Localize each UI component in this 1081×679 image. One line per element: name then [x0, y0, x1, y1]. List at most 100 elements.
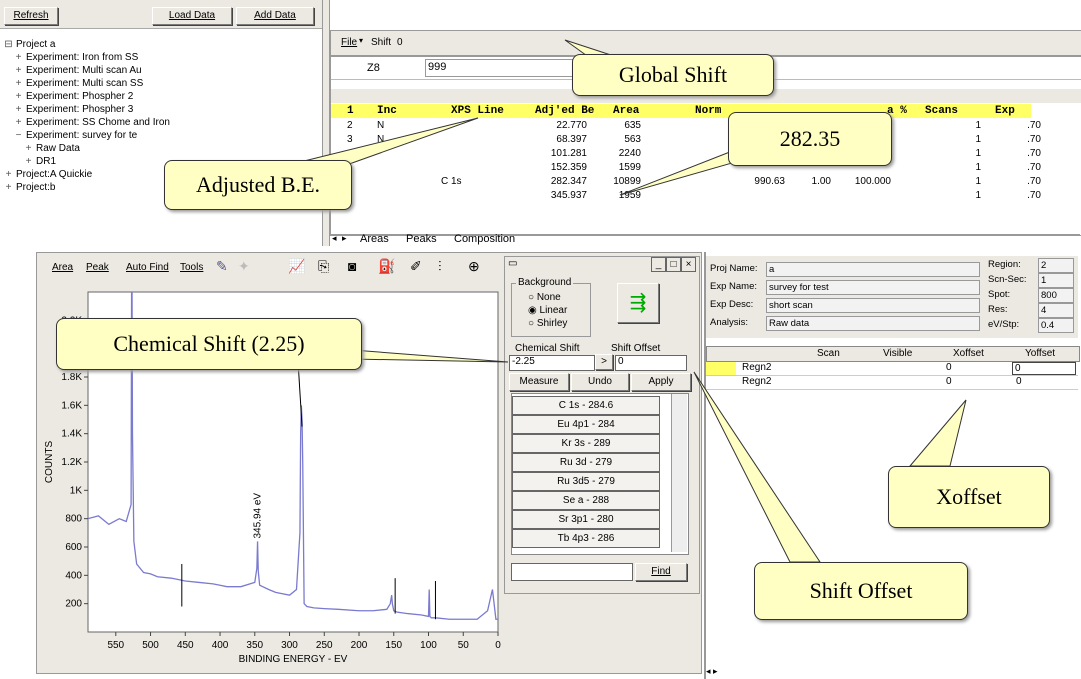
- cell-scans[interactable]: 1: [931, 161, 981, 175]
- table-row[interactable]: 2 N 22.770 635 1 .70: [331, 119, 1081, 133]
- header-adjusted-be[interactable]: Adj'ed Be: [535, 104, 594, 118]
- close-icon[interactable]: ×: [681, 257, 696, 272]
- expand-icon[interactable]: +: [4, 181, 13, 194]
- refresh-button[interactable]: Refresh: [4, 7, 58, 25]
- tab-composition[interactable]: Composition: [454, 233, 515, 245]
- table-row[interactable]: 152.359 1599 1 .70: [331, 161, 1081, 175]
- cell-exp[interactable]: .70: [1011, 119, 1041, 133]
- cell-area[interactable]: 2240: [587, 147, 641, 161]
- expand-icon[interactable]: ⊟: [4, 38, 13, 51]
- tree-item[interactable]: + Experiment: Multi scan SS: [4, 77, 170, 90]
- exp-desc-field[interactable]: short scan: [766, 298, 980, 313]
- cell-factor[interactable]: 1.00: [791, 175, 831, 189]
- tools-menu[interactable]: Tools: [180, 260, 203, 276]
- expand-icon[interactable]: +: [14, 90, 23, 103]
- table-row[interactable]: C 1s 282.347 10899 990.63 1.00 100.000 1 .70: [331, 175, 1081, 189]
- col-xoffset[interactable]: Xoffset: [953, 348, 984, 359]
- autofind-button[interactable]: Auto Find: [126, 260, 169, 276]
- cell-adjusted-be[interactable]: 345.937: [517, 189, 587, 203]
- peak-line-button[interactable]: C 1s - 284.6: [512, 396, 660, 415]
- expand-icon[interactable]: −: [14, 129, 23, 142]
- chemical-shift-input[interactable]: -2.25: [509, 355, 595, 371]
- tree-item[interactable]: + Experiment: Phospher 2: [4, 90, 170, 103]
- cell-scans[interactable]: 1: [931, 119, 981, 133]
- tree-item[interactable]: ⊟ Project a: [4, 38, 170, 51]
- col-visible[interactable]: Visible: [883, 348, 912, 359]
- cell-percent[interactable]: 100.000: [831, 175, 891, 189]
- res-field[interactable]: 4: [1038, 303, 1074, 318]
- table-row[interactable]: 3 N 68.397 563 1 .70: [331, 133, 1081, 147]
- cell-area[interactable]: 10899: [587, 175, 641, 189]
- row-number[interactable]: 2: [347, 119, 359, 133]
- peak-line-button[interactable]: Eu 4p1 - 284: [512, 415, 660, 434]
- proj-name-field[interactable]: a: [766, 262, 980, 277]
- expand-icon[interactable]: +: [14, 77, 23, 90]
- apply-button[interactable]: Apply: [631, 373, 691, 391]
- cell-area[interactable]: 563: [587, 133, 641, 147]
- peak-line-button[interactable]: Tb 4p3 - 286: [512, 529, 660, 548]
- copy-icon[interactable]: ⎘: [318, 258, 329, 274]
- expand-icon[interactable]: +: [14, 64, 23, 77]
- tab-peaks[interactable]: Peaks: [406, 233, 437, 245]
- header-norm[interactable]: Norm: [695, 104, 721, 118]
- cell-adjusted-be[interactable]: 282.347: [517, 175, 587, 189]
- tree-item[interactable]: − Experiment: survey for te: [4, 129, 170, 142]
- peak-line-button[interactable]: Kr 3s - 289: [512, 434, 660, 453]
- find-button[interactable]: Find: [635, 563, 687, 581]
- fit-peak-button[interactable]: ⇶: [617, 283, 659, 323]
- cell-scans[interactable]: 1: [931, 175, 981, 189]
- scan-row[interactable]: Regn2 0 0: [706, 362, 1078, 376]
- col-scan[interactable]: Scan: [817, 348, 840, 359]
- paint-icon[interactable]: ⛽: [378, 258, 395, 274]
- zoom-icon[interactable]: ⊕: [468, 258, 480, 274]
- bars-icon[interactable]: ⫶: [438, 258, 442, 274]
- maximize-icon[interactable]: □: [666, 257, 681, 272]
- row-number[interactable]: 3: [347, 133, 359, 147]
- load-data-button[interactable]: Load Data: [152, 7, 232, 25]
- cell-norm[interactable]: 990.63: [705, 175, 785, 189]
- scan-row[interactable]: Regn2 0 0: [706, 376, 1078, 390]
- expand-icon[interactable]: +: [24, 155, 33, 168]
- scan-yoffset[interactable]: 0: [1016, 376, 1022, 387]
- line-list-scrollbar[interactable]: [671, 394, 687, 552]
- spot-field[interactable]: 800: [1038, 288, 1074, 303]
- tree-item[interactable]: + Project:A Quickie: [4, 168, 170, 181]
- peak-line-button[interactable]: Sr 3p1 - 280: [512, 510, 660, 529]
- cell-exp[interactable]: .70: [1011, 147, 1041, 161]
- undo-button[interactable]: Undo: [571, 373, 629, 391]
- tab-scroll-left-icon[interactable]: ◂: [332, 233, 337, 244]
- tree-item[interactable]: + Experiment: Phospher 3: [4, 103, 170, 116]
- tab-scroll-right-icon[interactable]: ▸: [342, 233, 347, 244]
- cell-adjusted-be[interactable]: 22.770: [517, 119, 587, 133]
- pen-icon[interactable]: ✎: [216, 258, 228, 274]
- radio-linear[interactable]: ◉ Linear: [528, 305, 567, 316]
- tree-item[interactable]: + Raw Data: [4, 142, 170, 155]
- scan-xoffset[interactable]: 0: [946, 376, 952, 387]
- tree-item[interactable]: + Experiment: SS Chome and Iron: [4, 116, 170, 129]
- cell-scans[interactable]: 1: [931, 189, 981, 203]
- tree-item[interactable]: + Experiment: Iron from SS: [4, 51, 170, 64]
- peak-line-button[interactable]: Ru 3d - 279: [512, 453, 660, 472]
- header-xps-line[interactable]: XPS Line: [451, 104, 504, 118]
- eraser-icon[interactable]: ✐: [410, 258, 422, 274]
- table-row[interactable]: 101.281 2240 1 .70: [331, 147, 1081, 161]
- radio-none[interactable]: ○ None: [528, 292, 561, 303]
- radio-shirley[interactable]: ○ Shirley: [528, 318, 567, 329]
- minimize-icon[interactable]: _: [651, 257, 666, 272]
- expand-icon[interactable]: +: [14, 51, 23, 64]
- tab-areas[interactable]: Areas: [360, 233, 389, 245]
- evstp-field[interactable]: 0.4: [1038, 318, 1074, 333]
- measure-button[interactable]: Measure: [509, 373, 569, 391]
- exp-name-field[interactable]: survey for test: [766, 280, 980, 295]
- expand-icon[interactable]: +: [24, 142, 33, 155]
- peak-tool-button[interactable]: Peak: [86, 260, 109, 276]
- camera-icon[interactable]: ◙: [348, 258, 356, 274]
- scan-xoffset[interactable]: 0: [946, 362, 952, 373]
- cell-area[interactable]: 1959: [587, 189, 641, 203]
- cell-adjusted-be[interactable]: 68.397: [517, 133, 587, 147]
- area-tool-button[interactable]: Area: [52, 260, 73, 276]
- cell-exp[interactable]: .70: [1011, 175, 1041, 189]
- file-menu-arrow-icon[interactable]: ▾: [359, 36, 363, 45]
- cell-adjusted-be[interactable]: 101.281: [517, 147, 587, 161]
- scan-yoffset[interactable]: 0: [1012, 362, 1076, 375]
